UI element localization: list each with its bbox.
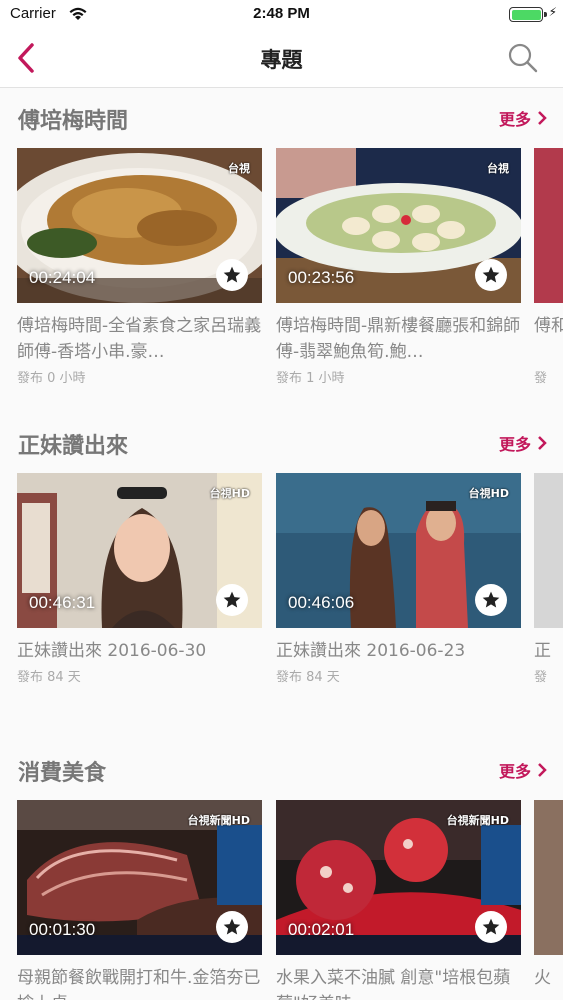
video-card-partial[interactable]: 火 <box>534 800 563 1000</box>
video-title: 正妹讚出來 2016-06-30 <box>17 641 207 661</box>
charging-icon: ⚡ <box>548 5 557 19</box>
page-title: 專題 <box>260 48 303 72</box>
star-icon <box>482 591 500 608</box>
section-title: 消費美食 <box>18 761 107 786</box>
channel-logo: 台視新聞HD <box>187 814 250 827</box>
video-thumbnail: 台視 00:24:04 <box>17 148 262 303</box>
section-title: 正妹讚出來 <box>18 434 129 459</box>
favorite-button[interactable] <box>216 584 248 616</box>
favorite-button[interactable] <box>475 911 507 943</box>
video-title: 傅和 <box>534 316 563 336</box>
chevron-right-icon <box>538 436 547 450</box>
video-title: 傅培梅時間-全省素食之家呂瑞義師傅-香塔小串.豪… <box>17 316 262 362</box>
video-thumbnail <box>534 800 563 955</box>
publish-time: 發布 0 小時 <box>17 371 86 386</box>
video-thumbnail: 台視新聞HD 00:01:30 <box>17 800 262 955</box>
video-thumbnail <box>534 473 563 628</box>
battery-icon <box>509 7 547 22</box>
video-title: 正 <box>534 641 551 661</box>
video-title: 傅培梅時間-鼎新樓餐廳張和錦師傅-翡翠鮑魚筍.鮑… <box>276 316 521 362</box>
star-icon <box>482 918 500 935</box>
publish-time: 發 <box>534 670 548 685</box>
video-card[interactable]: 台視HD 00:46:06 正妹讚出來 2016-06-23 發布 84 天 <box>276 473 521 685</box>
video-title: 水果入菜不油膩 創意"培根包蘋莓"好美味 <box>276 968 511 1000</box>
favorite-button[interactable] <box>216 259 248 291</box>
video-duration: 00:46:31 <box>29 593 96 612</box>
video-duration: 00:23:56 <box>288 268 355 287</box>
publish-time: 發布 1 小時 <box>276 371 345 386</box>
video-duration: 00:46:06 <box>288 593 355 612</box>
video-card-partial[interactable]: 正 發 <box>534 473 563 685</box>
video-title: 火 <box>534 968 551 988</box>
chevron-right-icon <box>538 111 547 125</box>
video-thumbnail: 台視 00:23:56 <box>276 148 521 303</box>
channel-logo: 台視HD <box>468 487 509 500</box>
status-bar: Carrier 2:48 PM ⚡ <box>0 0 563 30</box>
video-title: 母親節餐飲戰開打和牛.金箔夯已搶上桌 <box>17 968 261 1000</box>
more-button[interactable]: 更多 <box>499 106 547 130</box>
publish-time: 發布 84 天 <box>276 670 340 685</box>
favorite-button[interactable] <box>475 259 507 291</box>
channel-logo: 台視 <box>487 162 509 175</box>
video-card[interactable]: 台視HD 00:46:31 正妹讚出來 2016-06-30 發布 84 天 <box>17 473 262 685</box>
publish-time: 發布 84 天 <box>17 670 81 685</box>
more-button[interactable]: 更多 <box>499 758 547 782</box>
publish-time: 發 <box>534 371 548 386</box>
video-duration: 00:01:30 <box>29 920 96 939</box>
card-carousel[interactable]: 台視新聞HD 00:01:30 母親節餐飲戰開打和牛.金箔夯已搶上桌 <box>0 800 563 1000</box>
video-title: 正妹讚出來 2016-06-23 <box>276 641 466 661</box>
video-thumbnail: 台視HD 00:46:31 <box>17 473 262 628</box>
video-card[interactable]: 台視 00:24:04 傅培梅時間-全省素食之家呂瑞義師傅-香塔小串.豪… 發布… <box>17 148 262 386</box>
video-thumbnail <box>534 148 563 303</box>
card-carousel[interactable]: 台視HD 00:46:31 正妹讚出來 2016-06-30 發布 84 天 台… <box>0 473 563 718</box>
chevron-right-icon <box>538 763 547 777</box>
video-thumbnail: 台視新聞HD 00:02:01 <box>276 800 521 955</box>
more-button[interactable]: 更多 <box>499 431 547 455</box>
star-icon <box>223 918 241 935</box>
video-duration: 00:24:04 <box>29 268 96 287</box>
video-card-partial[interactable]: 傅和 發 <box>534 148 563 386</box>
section-title: 傅培梅時間 <box>18 109 129 134</box>
more-label: 更多 <box>498 110 531 129</box>
more-label: 更多 <box>498 435 531 454</box>
video-thumbnail: 台視HD 00:46:06 <box>276 473 521 628</box>
star-icon <box>482 266 500 283</box>
channel-logo: 台視新聞HD <box>446 814 509 827</box>
video-duration: 00:02:01 <box>288 920 355 939</box>
channel-logo: 台視HD <box>209 487 250 500</box>
favorite-button[interactable] <box>475 584 507 616</box>
clock: 2:48 PM <box>253 5 310 22</box>
star-icon <box>223 591 241 608</box>
star-icon <box>223 266 241 283</box>
card-carousel[interactable]: 台視 00:24:04 傅培梅時間-全省素食之家呂瑞義師傅-香塔小串.豪… 發布… <box>0 148 563 393</box>
video-card[interactable]: 台視新聞HD 00:02:01 水果入菜不油膩 創意"培根包蘋莓"好美味 <box>276 800 521 1000</box>
video-card[interactable]: 台視 00:23:56 傅培梅時間-鼎新樓餐廳張和錦師傅-翡翠鮑魚筍.鮑… 發布… <box>276 148 521 386</box>
navigation-bar: 專題 <box>0 30 563 88</box>
favorite-button[interactable] <box>216 911 248 943</box>
video-card[interactable]: 台視新聞HD 00:01:30 母親節餐飲戰開打和牛.金箔夯已搶上桌 <box>17 800 262 1000</box>
channel-logo: 台視 <box>228 162 250 175</box>
more-label: 更多 <box>498 762 531 781</box>
search-icon[interactable] <box>507 42 539 74</box>
